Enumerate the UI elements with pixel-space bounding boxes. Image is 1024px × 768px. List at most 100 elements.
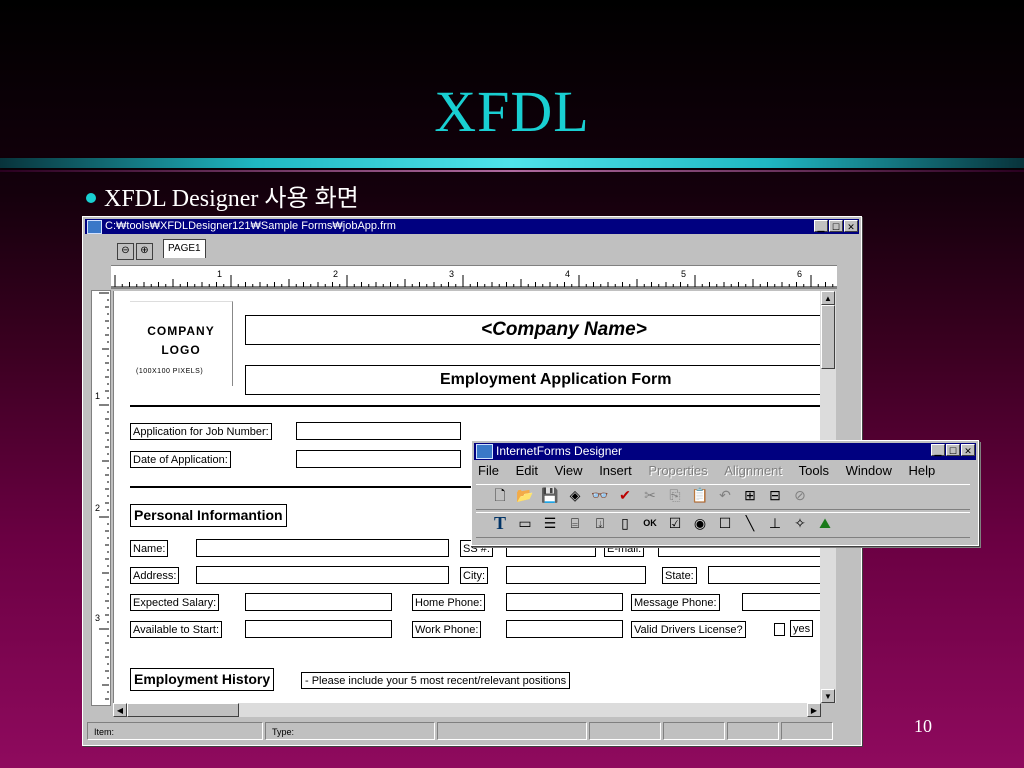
state-field[interactable] <box>708 566 822 584</box>
message-phone-field[interactable] <box>742 593 822 611</box>
license-checkbox[interactable] <box>774 623 785 636</box>
combo-tool-icon[interactable]: ⍗ <box>590 513 610 533</box>
app-icon[interactable] <box>476 444 493 459</box>
history-note[interactable]: - Please include your 5 most recent/rele… <box>301 672 571 689</box>
company-logo-placeholder[interactable]: COMPANY LOGO (100X100 PIXELS) <box>130 301 233 386</box>
start-date-field[interactable] <box>245 620 392 638</box>
divider-line[interactable] <box>130 405 822 407</box>
button-tool-icon[interactable]: OK <box>640 513 660 533</box>
close-icon[interactable]: ✕ <box>844 220 858 232</box>
check-tool-icon[interactable]: ☑ <box>665 513 685 533</box>
tools-window-title: InternetForms Designer <box>496 444 623 458</box>
copy-icon[interactable]: ⎘ <box>665 485 685 505</box>
personal-info-heading[interactable]: Personal Informantion <box>130 504 287 527</box>
radio-tool-icon[interactable]: ◉ <box>690 513 710 533</box>
date-field[interactable] <box>296 450 461 468</box>
start-date-label[interactable]: Available to Start: <box>130 621 223 638</box>
paste-icon[interactable]: 📋 <box>690 485 710 505</box>
tag-tool-icon[interactable]: ✧ <box>790 513 810 533</box>
scroll-thumb[interactable] <box>127 703 239 717</box>
publish-icon[interactable]: ◈ <box>565 485 585 505</box>
settings-icon[interactable]: ⊘ <box>790 485 810 505</box>
address-field[interactable] <box>196 566 449 584</box>
home-phone-label[interactable]: Home Phone: <box>412 594 486 611</box>
work-phone-label[interactable]: Work Phone: <box>412 621 482 638</box>
zoom-in-icon[interactable]: ⊕ <box>136 243 153 260</box>
job-number-field[interactable] <box>296 422 461 440</box>
status-cell <box>727 722 779 740</box>
menu-view[interactable]: View <box>555 463 583 478</box>
license-label[interactable]: Valid Drivers License? <box>631 621 746 638</box>
menu-insert[interactable]: Insert <box>599 463 632 478</box>
name-field[interactable] <box>196 539 449 557</box>
scroll-thumb[interactable] <box>821 305 835 369</box>
menu-tools[interactable]: Tools <box>799 463 829 478</box>
status-cell <box>663 722 725 740</box>
app-icon[interactable] <box>87 220 102 234</box>
text-tool-icon[interactable]: T <box>490 513 510 533</box>
scroll-right-icon[interactable]: ▶ <box>807 703 821 717</box>
menu-file[interactable]: File <box>478 463 499 478</box>
salary-label[interactable]: Expected Salary: <box>130 594 220 611</box>
form-title-field[interactable]: Employment Application Form <box>245 365 822 395</box>
employment-history-heading[interactable]: Employment History <box>130 668 275 691</box>
save-icon[interactable]: 💾 <box>540 485 560 505</box>
horizontal-scrollbar[interactable]: ◀ ▶ <box>113 703 821 717</box>
company-name-field[interactable]: <Company Name> <box>245 315 822 345</box>
status-cell <box>437 722 587 740</box>
close-icon[interactable]: ✕ <box>961 444 975 456</box>
zoom-controls: ⊖ ⊕ <box>117 240 155 260</box>
undo-icon[interactable]: ↶ <box>715 485 735 505</box>
menu-edit[interactable]: Edit <box>516 463 538 478</box>
preview-icon[interactable]: 👓 <box>590 485 610 505</box>
scroll-up-icon[interactable]: ▲ <box>821 291 835 305</box>
state-label[interactable]: State: <box>662 567 697 584</box>
tab-page1[interactable]: PAGE1 <box>163 239 206 258</box>
remove-page-icon[interactable]: ⊟ <box>765 485 785 505</box>
name-label[interactable]: Name: <box>130 540 169 557</box>
scroll-down-icon[interactable]: ▼ <box>821 689 835 703</box>
popup-tool-icon[interactable]: ⌸ <box>565 513 585 533</box>
new-icon[interactable]: 🗋 <box>490 485 510 505</box>
job-number-label[interactable]: Application for Job Number: <box>130 423 272 440</box>
menu-help[interactable]: Help <box>909 463 936 478</box>
bullet-dot-icon <box>86 193 96 204</box>
scroll-tool-icon[interactable]: ▯ <box>615 513 635 533</box>
list-tool-icon[interactable]: ☰ <box>540 513 560 533</box>
field-tool-icon[interactable]: ▭ <box>515 513 535 533</box>
date-label[interactable]: Date of Application: <box>130 451 231 468</box>
ruler-ticks <box>99 292 109 700</box>
minimize-icon[interactable]: ▁ <box>814 220 828 232</box>
address-label[interactable]: Address: <box>130 567 180 584</box>
spacer-tool-icon[interactable]: ⊥ <box>765 513 785 533</box>
minimize-icon[interactable]: ▁ <box>931 444 945 456</box>
salary-field[interactable] <box>245 593 392 611</box>
maximize-icon[interactable]: ☐ <box>829 220 843 232</box>
box-tool-icon[interactable]: ☐ <box>715 513 735 533</box>
window-controls: ▁ ☐ ✕ <box>813 220 858 235</box>
menu-properties[interactable]: Properties <box>648 463 707 478</box>
image-tool-icon[interactable]: ⛰ <box>815 513 835 533</box>
add-page-icon[interactable]: ⊞ <box>740 485 760 505</box>
work-phone-field[interactable] <box>506 620 623 638</box>
tools-titlebar[interactable]: InternetForms Designer ▁ ☐ ✕ <box>474 443 976 460</box>
open-icon[interactable]: 📂 <box>515 485 535 505</box>
home-phone-field[interactable] <box>506 593 623 611</box>
designer-titlebar[interactable]: C:₩tools₩XFDLDesigner121₩Sample Forms₩jo… <box>85 219 859 234</box>
license-value[interactable]: yes <box>790 620 814 637</box>
message-phone-label[interactable]: Message Phone: <box>631 594 720 611</box>
slide-title: XFDL <box>434 79 590 144</box>
menu-window[interactable]: Window <box>846 463 892 478</box>
zoom-out-icon[interactable]: ⊖ <box>117 243 134 260</box>
status-item: Item: <box>87 722 263 740</box>
bullet-text: XFDL Designer 사용 화면 <box>104 186 359 212</box>
maximize-icon[interactable]: ☐ <box>946 444 960 456</box>
spellcheck-icon[interactable]: ✔ <box>615 485 635 505</box>
ruler-ticks <box>111 275 837 288</box>
menu-alignment[interactable]: Alignment <box>724 463 782 478</box>
scroll-left-icon[interactable]: ◀ <box>113 703 127 717</box>
cut-icon[interactable]: ✂ <box>640 485 660 505</box>
city-field[interactable] <box>506 566 646 584</box>
city-label[interactable]: City: <box>460 567 488 584</box>
line-tool-icon[interactable]: ╲ <box>740 513 760 533</box>
